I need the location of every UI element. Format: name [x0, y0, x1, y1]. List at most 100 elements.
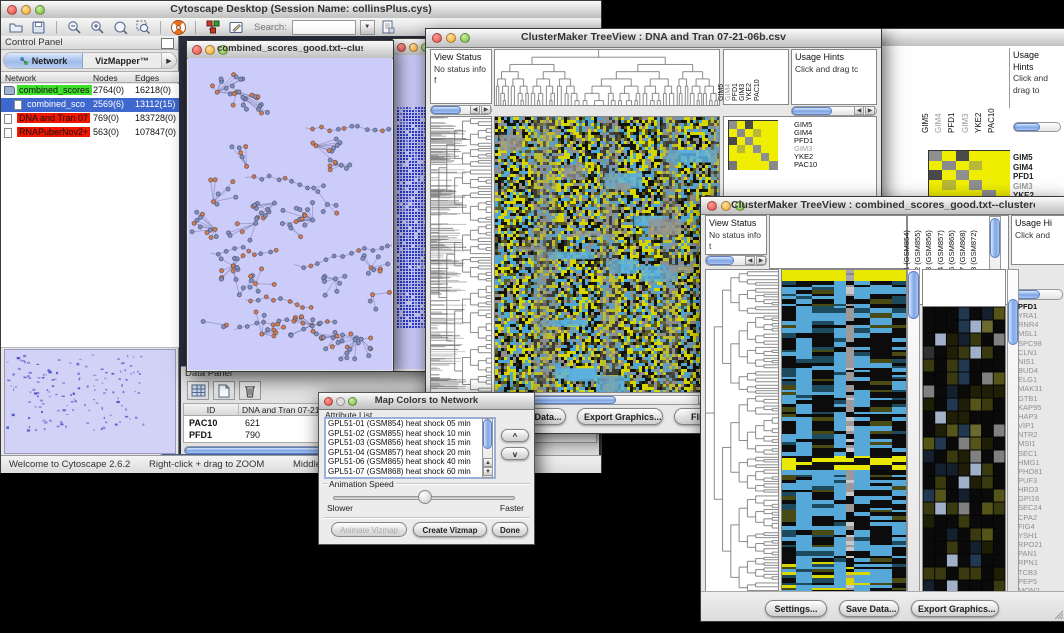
open-file-icon[interactable]	[7, 19, 25, 35]
gene-label[interactable]: CLN1	[1018, 348, 1064, 357]
plugin-nodes-icon[interactable]	[204, 19, 222, 35]
global-heatmap-canvas[interactable]	[495, 117, 719, 392]
main-titlebar[interactable]: Cytoscape Desktop (Session Name: collins…	[1, 1, 601, 19]
gene-label[interactable]: BUD4	[1018, 366, 1064, 375]
tv3-titlebar[interactable]	[881, 29, 1064, 47]
move-up-button[interactable]: ^	[501, 429, 529, 442]
gene-label[interactable]: TCB3	[1018, 568, 1064, 577]
tv2-zoom-heatmap-panel[interactable]	[922, 306, 1006, 593]
save-data-button[interactable]: Save Data...	[839, 600, 899, 617]
gene-label[interactable]: GPI16	[1018, 494, 1064, 503]
gene-label[interactable]: PEP5	[1018, 577, 1064, 586]
gene-label[interactable]: VIP1	[1018, 421, 1064, 430]
close-icon[interactable]	[192, 45, 202, 55]
gene-label[interactable]: SEC1	[1018, 449, 1064, 458]
gene-label[interactable]: RPO21	[1018, 540, 1064, 549]
float-panel-icon[interactable]	[161, 38, 174, 49]
birdseye-view-canvas[interactable]	[5, 350, 173, 451]
gene-label[interactable]: GTB1	[1018, 394, 1064, 403]
network-row[interactable]: RNAPuberNov2+563(0)107847(0)	[1, 126, 179, 140]
tab-network[interactable]: Network	[4, 53, 83, 68]
tv1-column-dendrogram-panel[interactable]	[494, 49, 720, 106]
attribute-item[interactable]: GPL51-03 (GSM856) heat shock 15 min	[326, 438, 494, 448]
tv1-row-dendrogram-panel[interactable]	[430, 116, 492, 393]
create-vizmap-button[interactable]: Create Vizmap	[413, 522, 487, 537]
gene-label[interactable]: FIG4	[1018, 522, 1064, 531]
gene-label[interactable]: PAN1	[1018, 549, 1064, 558]
attribute-item[interactable]: GPL51-07 (GSM868) heat shock 60 min	[326, 467, 494, 477]
global-heatmap-canvas[interactable]	[782, 270, 906, 592]
gene-label[interactable]: PAC10	[794, 161, 834, 169]
gene-label[interactable]: RNR4	[1018, 320, 1064, 329]
animate-vizmap-button[interactable]: Animate Vizmap	[331, 522, 407, 537]
export-graphics-button[interactable]: Export Graphics...	[577, 408, 663, 425]
column-label[interactable]: GIM4	[935, 113, 943, 133]
zoom-fit-icon[interactable]	[111, 19, 129, 35]
delete-attribute-icon[interactable]	[239, 381, 261, 400]
tv1-zoom-heatmap[interactable]	[729, 121, 777, 169]
tab-vizmapper[interactable]: VizMapper™	[83, 53, 161, 68]
net1-titlebar[interactable]: combined_scores_good.txt--cluste...	[187, 41, 393, 59]
done-button[interactable]: Done	[492, 522, 528, 537]
gene-label[interactable]: HRD3	[1018, 485, 1064, 494]
attribute-item[interactable]: GPL51-02 (GSM855) heat shock 10 min	[326, 429, 494, 439]
column-label[interactable]: PFD1	[948, 113, 956, 133]
zoom-selected-icon[interactable]	[134, 19, 152, 35]
id-column-header[interactable]: ID	[184, 404, 239, 416]
column-dendrogram-canvas[interactable]	[495, 50, 719, 105]
gene-label[interactable]: MSL1	[1018, 329, 1064, 338]
gene-label[interactable]: RPN1	[1018, 558, 1064, 567]
search-dropdown-icon[interactable]: ▼	[360, 20, 375, 35]
gene-label[interactable]: GIM3	[1013, 182, 1061, 192]
network-row[interactable]: combined_scores2764(0)16218(0)	[1, 84, 179, 98]
tv2-row-dendrogram-panel[interactable]	[705, 269, 779, 593]
minimize-icon[interactable]	[336, 397, 345, 406]
cell-value[interactable]: 790	[242, 429, 263, 441]
attribute-list[interactable]: GPL51-01 (GSM854) heat shock 05 minGPL51…	[324, 417, 496, 479]
close-icon[interactable]	[324, 397, 333, 406]
gene-label[interactable]: PHO81	[1018, 467, 1064, 476]
zoom-in-icon[interactable]	[88, 19, 106, 35]
gene-label[interactable]: HAP3	[1018, 412, 1064, 421]
resize-grip-icon[interactable]	[1053, 609, 1064, 620]
gene-label[interactable]: PFD1	[1018, 302, 1064, 311]
column-label[interactable]: GIM5	[922, 113, 930, 133]
select-attributes-icon[interactable]	[187, 381, 209, 400]
gene-label[interactable]: GIM5	[1013, 153, 1061, 163]
gene-label[interactable]: GIM4	[794, 129, 834, 137]
gene-label[interactable]: NTR2	[1018, 430, 1064, 439]
minimize-icon[interactable]	[446, 33, 456, 43]
move-down-button[interactable]: v	[501, 447, 529, 460]
gene-label[interactable]: YSH1	[1018, 531, 1064, 540]
attribute-item[interactable]: GPL51-01 (GSM854) heat shock 05 min	[326, 419, 494, 429]
close-icon[interactable]	[707, 201, 717, 211]
settings-button[interactable]: Settings...	[765, 600, 827, 617]
close-icon[interactable]	[432, 33, 442, 43]
cell-id[interactable]: PFD1	[186, 429, 215, 441]
attribute-item[interactable]: GPL51-04 (GSM857) heat shock 20 min	[326, 448, 494, 458]
gene-label[interactable]: NIS1	[1018, 357, 1064, 366]
gene-label[interactable]: MAK31	[1018, 384, 1064, 393]
gene-label[interactable]: ELG1	[1018, 375, 1064, 384]
gene-label[interactable]: GIM5	[794, 121, 834, 129]
gene-label[interactable]: CPA2	[1018, 513, 1064, 522]
search-input[interactable]	[292, 20, 356, 35]
minimize-icon[interactable]	[409, 43, 418, 52]
export-graphics-button[interactable]: Export Graphics...	[911, 600, 999, 617]
annotation-canvas-icon[interactable]	[227, 19, 245, 35]
save-icon[interactable]	[30, 19, 48, 35]
cell-id[interactable]: PAC10	[186, 417, 220, 429]
close-icon[interactable]	[7, 5, 17, 15]
gene-label[interactable]: GIM4	[1013, 163, 1061, 173]
minimize-icon[interactable]	[721, 201, 731, 211]
row-dendrogram-canvas[interactable]	[431, 117, 491, 392]
close-icon[interactable]	[397, 43, 406, 52]
tv2-titlebar[interactable]: ClusterMaker TreeView : combined_scores_…	[701, 197, 1064, 215]
gene-label[interactable]: SEC24	[1018, 503, 1064, 512]
network-table-header[interactable]: Network Nodes Edges	[1, 71, 179, 83]
tab-overflow-icon[interactable]: ▶	[161, 53, 176, 68]
minimize-icon[interactable]	[21, 5, 31, 15]
report-icon[interactable]	[380, 19, 398, 35]
column-label[interactable]: PAC10	[754, 79, 762, 101]
gene-label[interactable]: YRA1	[1018, 311, 1064, 320]
